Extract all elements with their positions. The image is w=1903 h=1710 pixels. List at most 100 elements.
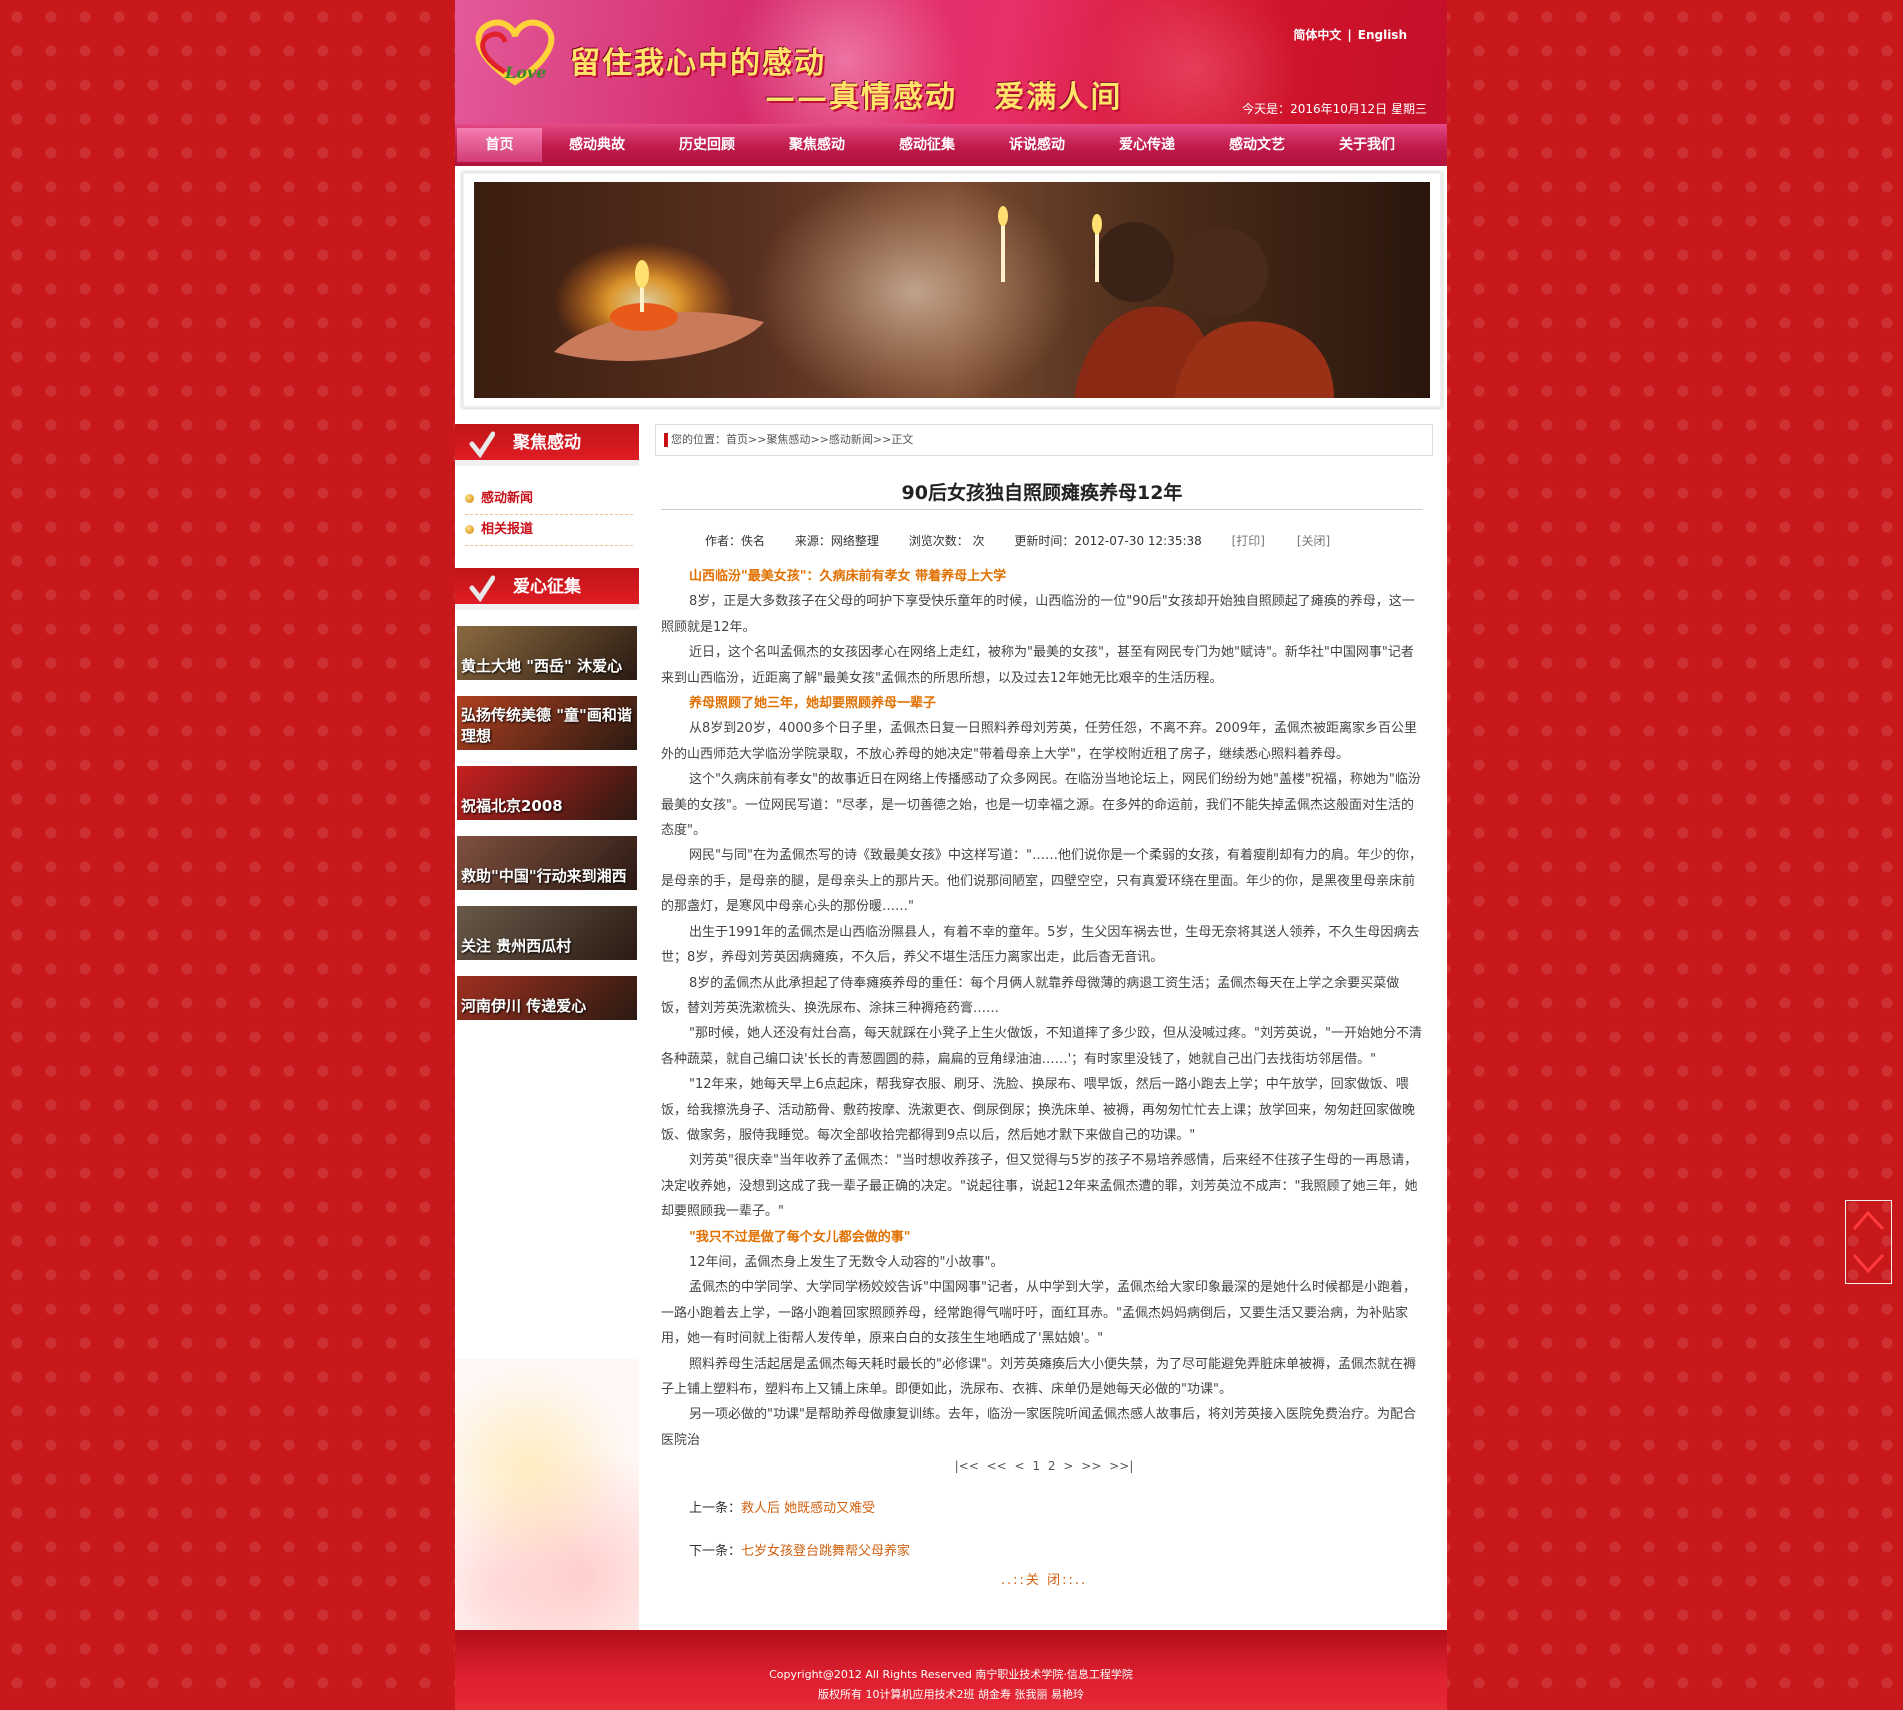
love-heart-logo: Love (475, 19, 555, 86)
lang-separator: | (1347, 28, 1352, 42)
breadcrumb-focus[interactable]: 聚焦感动 (766, 433, 810, 446)
breadcrumb-home[interactable]: 首页 (726, 433, 748, 446)
page-prev-group[interactable]: << (987, 1459, 1007, 1473)
article-paragraph: 出生于1991年的孟佩杰是山西临汾隰县人，有着不幸的童年。5岁，生父因车祸去世，… (661, 924, 1420, 966)
next-label: 下一条： (689, 1544, 742, 1560)
page-next[interactable]: > (1063, 1459, 1073, 1473)
article-paragraph: "那时候，她人还没有灶台高，每天就踩在小凳子上生火做饭，不知道摔了多少跤，但从没… (661, 1026, 1422, 1067)
article-subheading: 山西临汾"最美女孩"：久病床前有孝女 带着养母上大学 (689, 569, 1007, 584)
page-prev[interactable]: < (1015, 1459, 1025, 1473)
article-paragraph: 这个"久病床前有孝女"的故事近日在网络上传播感动了众多网民。在临汾当地论坛上，网… (661, 772, 1421, 839)
thumbnail-banner[interactable]: 关注 贵州西瓜村 (457, 906, 637, 960)
sidebar-item-news[interactable]: 感动新闻 (465, 484, 633, 515)
chevron-down-icon (1852, 1253, 1885, 1274)
thumbnail-banner[interactable]: 黄土大地 "西岳" 沐爱心 (457, 626, 637, 680)
checkmark-icon (469, 575, 495, 603)
sidebar-header-underbar (455, 460, 639, 466)
breadcrumb: 您的位置：首页>>聚焦感动>>感动新闻>>正文 (655, 424, 1433, 456)
pagination: |<< << < 1 2 > >> >>| (655, 1459, 1433, 1473)
breadcrumb-marker (664, 433, 668, 447)
language-switch: 简体中文 | English (1293, 26, 1407, 43)
sidebar-item-reports[interactable]: 相关报道 (465, 515, 633, 546)
article-title: 90后女孩独自照顾瘫痪养母12年 (661, 478, 1423, 510)
sidebar-item-label: 感动新闻 (481, 491, 534, 506)
left-sidebar: 聚焦感动 感动新闻 相关报道 爱心征集 黄土大地 "西岳" 沐爱心 弘扬传统美德… (455, 424, 639, 1630)
page-container: Love 留住我心中的感动 ——真情感动 爱满人间 简体中文 | English 今… (455, 0, 1447, 1710)
footer-credits: 版权所有 10计算机应用技术2班 胡金寿 张我丽 易艳玲 (818, 1688, 1084, 1701)
nav-about[interactable]: 关于我们 (1312, 124, 1422, 166)
nav-tell[interactable]: 诉说感动 (982, 124, 1092, 166)
thumbnail-caption: 关注 贵州西瓜村 (461, 937, 572, 955)
sidebar-link-list: 感动新闻 相关报道 (455, 460, 639, 546)
bullet-icon (465, 494, 474, 503)
prev-label: 上一条： (689, 1501, 742, 1517)
article-source: 来源：网络整理 (794, 534, 879, 548)
nav-stories[interactable]: 感动典故 (542, 124, 652, 166)
scroll-bottom-button[interactable] (1846, 1243, 1891, 1283)
thumbnail-caption: 河南伊川 传递爱心 (461, 997, 587, 1015)
footer-copyright: Copyright@2012 All Rights Reserved 南宁职业技… (769, 1668, 1133, 1681)
sidebar-header-underbar (455, 604, 639, 610)
scroll-float-nav (1845, 1200, 1892, 1284)
candle-scene-illustration (554, 182, 1334, 398)
page-next-group[interactable]: >> (1081, 1459, 1101, 1473)
article-subheading: "我只不过是做了每个女儿都会做的事" (689, 1229, 911, 1245)
page-2[interactable]: 2 (1048, 1459, 1056, 1473)
breadcrumb-prefix: 您的位置： (671, 433, 726, 446)
page-first[interactable]: |<< (955, 1459, 979, 1473)
article-meta: 作者：佚名 来源：网络整理 浏览次数： 次 更新时间：2012-07-30 12… (655, 532, 1433, 552)
breadcrumb-sep: >> (748, 433, 767, 446)
thumbnail-caption: 救助"中国"行动来到湘西 (461, 867, 627, 885)
page-last[interactable]: >>| (1109, 1459, 1133, 1473)
nav-history[interactable]: 历史回顾 (652, 124, 762, 166)
thumbnail-banner[interactable]: 救助"中国"行动来到湘西 (457, 836, 637, 890)
article-paragraph: 照料养母生活起居是孟佩杰每天耗时最长的"必修课"。刘芳英瘫痪后大小便失禁，为了尽… (661, 1356, 1416, 1397)
article-paragraph: 网民"与同"在为孟佩杰写的诗《致最美女孩》中这样写道："……他们说你是一个柔弱的… (661, 848, 1422, 915)
breadcrumb-news[interactable]: 感动新闻 (829, 433, 873, 446)
banner-image (474, 182, 1430, 398)
article-paragraph: 8岁，正是大多数孩子在父母的呵护下享受快乐童年的时候，山西临汾的一位"90后"女… (661, 594, 1415, 635)
thumbnail-banner[interactable]: 弘扬传统美德 "童"画和谐理想 (457, 696, 637, 750)
thumbnail-banner[interactable]: 河南伊川 传递爱心 (457, 976, 637, 1020)
thumbnail-banner[interactable]: 祝福北京2008 (457, 766, 637, 820)
breadcrumb-sep: >> (872, 433, 892, 446)
sidebar-title: 爱心征集 (513, 577, 581, 597)
article-paragraph: 孟佩杰的中学同学、大学同学杨姣姣告诉"中国网事"记者，从中学到大学，孟佩杰给大家… (661, 1280, 1416, 1347)
bullet-icon (465, 525, 474, 534)
chevron-up-icon (1852, 1210, 1885, 1231)
scroll-top-button[interactable] (1846, 1201, 1891, 1241)
sidebar-item-label: 相关报道 (481, 522, 534, 537)
nav-home[interactable]: 首页 (457, 128, 542, 162)
nav-focus[interactable]: 聚焦感动 (762, 124, 872, 166)
article-paragraph: 近日，这个名叫孟佩杰的女孩因孝心在网络上走红，被称为"最美的女孩"，甚至有网民专… (661, 645, 1414, 686)
article-paragraph: 刘芳英"很庆幸"当年收养了孟佩杰："当时想收养孩子，但又觉得与5岁的孩子不易培养… (661, 1153, 1418, 1220)
decorative-flowers (455, 1359, 639, 1630)
svg-text:Love: Love (504, 63, 546, 82)
site-header: Love 留住我心中的感动 ——真情感动 爱满人间 简体中文 | English 今… (455, 0, 1447, 124)
prev-article-link[interactable]: 救人后 她既感动又难受 (741, 1501, 875, 1516)
sidebar-title: 聚焦感动 (513, 433, 581, 453)
current-date: 今天是：2016年10月12日 星期三 (1242, 102, 1427, 116)
nav-arts[interactable]: 感动文艺 (1202, 124, 1312, 166)
article-paragraph: "12年来，她每天早上6点起床，帮我穿衣服、刷牙、洗脸、换尿布、喂早饭，然后一路… (661, 1077, 1416, 1143)
print-button[interactable]: [打印] (1232, 534, 1265, 548)
article-views: 浏览次数： 次 (908, 534, 985, 548)
breadcrumb-sep: >> (810, 433, 829, 446)
article-paragraph: 8岁的孟佩杰从此承担起了侍奉瘫痪养母的重任：每个月俩人就靠养母微薄的病退工资生活… (661, 975, 1400, 1016)
next-article-link[interactable]: 七岁女孩登台跳舞帮父母养家 (741, 1544, 910, 1559)
article-paragraph: 另一项必做的"功课"是帮助养母做康复训练。去年，临汾一家医院听闻孟佩杰感人故事后… (661, 1407, 1416, 1448)
article-body: 山西临汾"最美女孩"：久病床前有孝女 带着养母上大学 8岁，正是大多数孩子在父母的… (655, 564, 1433, 1453)
close-button[interactable]: [关闭] (1297, 534, 1330, 548)
thumbnail-caption: 黄土大地 "西岳" 沐爱心 (461, 657, 623, 675)
banner (462, 172, 1442, 408)
lang-chinese-link[interactable]: 简体中文 (1293, 28, 1341, 42)
nav-love[interactable]: 爱心传递 (1092, 124, 1202, 166)
next-article: 下一条：七岁女孩登台跳舞帮父母养家 (655, 1540, 1433, 1559)
article-paragraph: 12年间，孟佩杰身上发生了无数令人动容的"小故事"。 (689, 1254, 1004, 1270)
lang-english-link[interactable]: English (1358, 28, 1407, 42)
page-1[interactable]: 1 (1032, 1459, 1040, 1473)
checkmark-icon (469, 431, 495, 459)
nav-collect[interactable]: 感动征集 (872, 124, 982, 166)
thumbnail-caption: 弘扬传统美德 "童"画和谐理想 (461, 706, 632, 745)
close-window-link[interactable]: ..::关 闭::.. (655, 1569, 1433, 1588)
